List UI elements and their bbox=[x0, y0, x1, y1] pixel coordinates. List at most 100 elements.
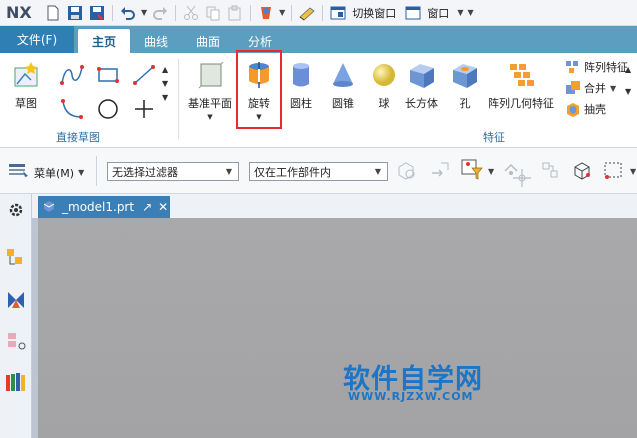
window-icon[interactable] bbox=[403, 3, 423, 23]
general-selection-icon[interactable] bbox=[394, 158, 418, 182]
reuse-library-icon[interactable] bbox=[4, 370, 28, 394]
point-snap-icon[interactable] bbox=[510, 166, 534, 190]
document-tab-name: _model1.prt bbox=[62, 200, 135, 214]
hole-icon bbox=[449, 59, 481, 91]
datum-plane-button[interactable]: 基准平面 ▼ bbox=[188, 59, 232, 121]
sphere-icon bbox=[368, 59, 400, 91]
window-menu-label[interactable]: 窗口 bbox=[427, 5, 449, 21]
datum-plane-icon bbox=[194, 59, 226, 91]
repeat-command-icon[interactable] bbox=[297, 3, 317, 23]
modified-indicator-icon: ↗ bbox=[142, 200, 153, 214]
sketch-gallery-scroll[interactable]: ▲ ▼ ▼ bbox=[162, 63, 168, 105]
arc-icon[interactable] bbox=[56, 93, 88, 125]
unite-label: 合并 bbox=[584, 82, 606, 95]
resource-bar bbox=[0, 194, 32, 438]
toolbar-separator bbox=[322, 4, 324, 21]
document-tab[interactable]: _model1.prt ↗ ✕ bbox=[38, 196, 170, 218]
redo-icon bbox=[150, 3, 170, 23]
cone-button[interactable]: 圆锥 bbox=[327, 59, 359, 111]
filter-icon[interactable] bbox=[460, 158, 484, 182]
save-icon[interactable] bbox=[65, 3, 85, 23]
switch-window-icon[interactable] bbox=[328, 3, 348, 23]
tab-home[interactable]: 主页 bbox=[78, 29, 131, 53]
group-separator bbox=[178, 59, 179, 139]
pattern-geometry-icon bbox=[505, 59, 537, 91]
rectangle-icon[interactable] bbox=[92, 59, 124, 91]
pattern-geometry-label: 阵列几何特征 bbox=[488, 97, 554, 110]
shell-icon bbox=[565, 101, 581, 117]
unite-dropdown-icon[interactable]: ▼ bbox=[610, 84, 616, 93]
sketch-label: 草图 bbox=[15, 97, 37, 110]
tab-file[interactable]: 文件(F) bbox=[0, 26, 74, 53]
tab-surface[interactable]: 曲面 bbox=[182, 29, 234, 53]
tab-curve[interactable]: 曲线 bbox=[130, 29, 182, 53]
hole-button[interactable]: 孔 bbox=[449, 59, 481, 111]
part-navigator-icon[interactable] bbox=[4, 246, 28, 270]
feature-gallery-scroll[interactable]: ▲ ▼ bbox=[625, 59, 631, 103]
pattern-feature-button[interactable]: 阵列特征 bbox=[565, 59, 628, 75]
toolbar-separator bbox=[250, 4, 252, 21]
direct-sketch-group-label: 直接草图 bbox=[56, 131, 100, 144]
undo-dropdown-icon[interactable]: ▼ bbox=[141, 8, 147, 17]
paste-icon bbox=[225, 3, 245, 23]
settings-gear-icon[interactable] bbox=[4, 198, 28, 222]
toolbar-separator bbox=[96, 156, 97, 186]
cut-icon bbox=[181, 3, 201, 23]
chevron-down-icon: ▼ bbox=[225, 167, 232, 176]
touch-mode-icon[interactable] bbox=[256, 3, 276, 23]
close-icon[interactable]: ✕ bbox=[158, 200, 168, 214]
datum-plane-label: 基准平面 bbox=[188, 97, 232, 110]
customize-toolbar-icon[interactable]: ▼ bbox=[467, 8, 473, 17]
menu-dropdown-icon: ▼ bbox=[78, 168, 85, 177]
select-dropdown-icon[interactable]: ▼ bbox=[630, 167, 636, 176]
line-icon[interactable] bbox=[128, 59, 160, 91]
part-file-icon bbox=[42, 199, 56, 216]
window-dropdown-icon[interactable]: ▼ bbox=[457, 8, 463, 17]
block-label: 长方体 bbox=[405, 97, 438, 110]
cylinder-button[interactable]: 圆柱 bbox=[285, 59, 317, 111]
menu-button[interactable]: 菜单(M) ▼ bbox=[8, 162, 86, 183]
shell-label: 抽壳 bbox=[584, 103, 606, 116]
circle-icon[interactable] bbox=[92, 93, 124, 125]
assembly-navigator-icon[interactable] bbox=[538, 158, 562, 182]
selection-filter-dropdown[interactable]: 无选择过滤器 ▼ bbox=[107, 162, 239, 181]
touch-mode-dropdown-icon[interactable]: ▼ bbox=[279, 8, 285, 17]
save-all-icon[interactable] bbox=[87, 3, 107, 23]
graphics-window[interactable] bbox=[32, 218, 637, 438]
revolve-highlight-box bbox=[236, 50, 282, 129]
show-hide-icon[interactable] bbox=[570, 158, 594, 182]
block-button[interactable]: 长方体 bbox=[405, 59, 438, 111]
new-file-icon[interactable] bbox=[43, 3, 63, 23]
filter-dropdown-icon[interactable]: ▼ bbox=[488, 167, 494, 176]
shell-button[interactable]: 抽壳 bbox=[565, 101, 606, 117]
sphere-button[interactable]: 球 bbox=[368, 59, 400, 111]
point-icon[interactable] bbox=[128, 93, 160, 125]
assembly-navigator-icon[interactable] bbox=[4, 288, 28, 312]
selection-scope-dropdown[interactable]: 仅在工作部件内 ▼ bbox=[249, 162, 388, 181]
chevron-down-icon: ▼ bbox=[374, 167, 381, 176]
switch-window-label[interactable]: 切换窗口 bbox=[352, 5, 396, 21]
rectangle-select-icon[interactable] bbox=[601, 158, 625, 182]
unite-button[interactable]: 合并 ▼ bbox=[565, 80, 618, 96]
toolbar-separator bbox=[175, 4, 177, 21]
document-tab-bar: _model1.prt ↗ ✕ bbox=[32, 194, 637, 218]
cone-label: 圆锥 bbox=[332, 97, 354, 110]
studio-spline-icon[interactable] bbox=[56, 59, 88, 91]
feature-group-label: 特征 bbox=[483, 131, 505, 144]
app-logo: NX bbox=[6, 3, 32, 22]
constraint-navigator-icon[interactable] bbox=[4, 330, 28, 354]
watermark-url: WWW.RJZXW.COM bbox=[348, 390, 474, 403]
ribbon-tabs: 文件(F) 主页 曲线 曲面 分析 bbox=[0, 26, 637, 53]
quick-access-toolbar: NX ▼ ▼ 切换窗口 窗口 ▼ ▼ bbox=[0, 0, 637, 26]
block-icon bbox=[406, 59, 438, 91]
pattern-feature-label: 阵列特征 bbox=[584, 61, 628, 74]
direct-sketch-tools bbox=[56, 59, 160, 123]
select-feature-icon[interactable] bbox=[428, 158, 452, 182]
menu-label: 菜单(M) bbox=[34, 166, 75, 180]
datum-plane-dropdown-icon[interactable]: ▼ bbox=[207, 113, 212, 121]
ribbon-panel: 草图 ▲ ▼ ▼ 直接草图 基准平面 ▼ 旋转 ▼ 圆柱 圆锥 球 长方体 孔 … bbox=[0, 53, 637, 148]
undo-icon[interactable] bbox=[118, 3, 138, 23]
sketch-button[interactable]: 草图 bbox=[10, 59, 42, 111]
toolbar-separator bbox=[112, 4, 113, 21]
pattern-geometry-button[interactable]: 阵列几何特征 bbox=[488, 59, 554, 111]
